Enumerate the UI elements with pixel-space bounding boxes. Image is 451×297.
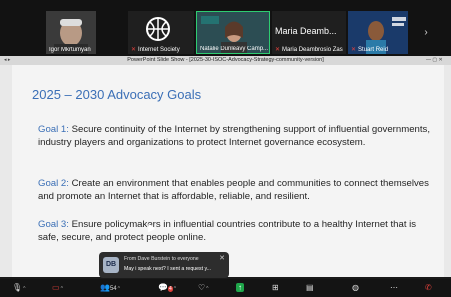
chat-icon: 💬 (158, 283, 168, 292)
participants-button[interactable]: 👥54^ (100, 282, 120, 294)
window-title: PowerPoint Slide Show - [2025-30-ISOC-Ad… (0, 56, 451, 65)
participant-strip: Igor Mkrtumyan ✕ Internet Society Natalie… (0, 0, 451, 56)
goal-text: Secure continuity of the Internet by str… (38, 124, 430, 149)
video-off-icon: ▭ (52, 283, 60, 292)
apps-icon: ⊞ (272, 283, 279, 292)
avatar: DB (103, 257, 119, 273)
meeting-toolbar: 🎙^ ▭^ 👥54^ 💬4 ^ ♡^ ↑ ⊞ ▤ ◍ ⋯ ✆ (0, 279, 451, 297)
mic-muted-icon: ✕ (131, 47, 137, 53)
participants-icon: 👥 (100, 283, 110, 292)
chat-message: May i speak next? I sent a request y... (124, 266, 211, 272)
heart-icon: ♡ (198, 283, 206, 292)
presentation-slide: 2025 – 2030 Advocacy Goals Goal 1: Secur… (12, 65, 444, 277)
window-controls-left[interactable]: ◂ ▸ (4, 57, 10, 63)
chevron-up-icon[interactable]: ^ (23, 286, 25, 292)
slide-title: 2025 – 2030 Advocacy Goals (32, 87, 202, 102)
mic-muted-icon: ✕ (351, 47, 357, 53)
chat-badge: 4 (167, 286, 173, 292)
participant-name: Natalie Dunleavy Camp... (200, 46, 269, 52)
participant-name: ✕ Internet Society (131, 47, 180, 53)
reactions-button[interactable]: ♡^ (198, 282, 209, 294)
video-button[interactable]: ▭^ (52, 282, 63, 294)
slide-border (444, 65, 451, 277)
chevron-up-icon[interactable]: ^ (206, 286, 208, 292)
chevron-up-icon[interactable]: ^ (118, 286, 120, 292)
apps-button[interactable]: ⊞ (272, 282, 279, 294)
mic-muted-icon: ✕ (275, 47, 281, 53)
end-call-icon: ✆ (425, 283, 432, 292)
participant-tile[interactable]: ✕ Internet Society (128, 11, 194, 54)
goal-label: Goal 3: (38, 219, 69, 230)
chat-button[interactable]: 💬4 ^ (158, 282, 176, 294)
chevron-up-icon[interactable]: ^ (174, 286, 176, 292)
globe-button[interactable]: ◍ (352, 282, 359, 294)
participant-name: Igor Mkrtumyan (49, 47, 91, 53)
chevron-up-icon[interactable]: ^ (61, 286, 63, 292)
summary-icon: ▤ (306, 283, 314, 292)
participant-tile[interactable]: ✕ Stuart Reid (348, 11, 408, 54)
microphone-icon: 🎙 (12, 283, 23, 292)
participant-name: ✕ Maria Deambrosio Zas (275, 47, 343, 53)
next-participants-icon[interactable]: › (420, 22, 432, 44)
globe-icon: ◍ (352, 283, 359, 292)
goal-1: Goal 1: Secure continuity of the Interne… (38, 123, 433, 150)
goal-label: Goal 2: (38, 178, 69, 189)
chat-notification[interactable]: DB From Dave Burstein to everyone May i … (99, 252, 229, 278)
participants-count: 54 (109, 286, 117, 292)
slide-border (0, 65, 12, 277)
share-screen-button[interactable]: ↑ (236, 282, 244, 294)
more-icon: ⋯ (390, 283, 398, 292)
chat-sender: From Dave Burstein to everyone (124, 256, 199, 262)
participant-tile[interactable]: Igor Mkrtumyan (46, 11, 96, 54)
more-button[interactable]: ⋯ (390, 282, 398, 294)
participant-name: ✕ Stuart Reid (351, 47, 389, 53)
goal-2: Goal 2: Create an environment that enabl… (38, 177, 433, 204)
participant-display-name: Maria Deamb... (275, 26, 337, 36)
participant-tile-active[interactable]: Natalie Dunleavy Camp... (196, 11, 270, 54)
participant-tile[interactable]: Maria Deamb... ✕ Maria Deambrosio Zas (272, 11, 346, 54)
end-button[interactable]: ✆ (425, 282, 432, 294)
goal-text: Create an environment that enables peopl… (38, 178, 429, 203)
goal-label: Goal 1: (38, 124, 69, 135)
share-screen-icon: ↑ (236, 283, 244, 292)
goal-text: Ensure policymakers in influential count… (38, 219, 417, 244)
microphone-button[interactable]: 🎙^ (12, 282, 26, 294)
window-controls-right[interactable]: — ▢ ✕ (426, 57, 443, 63)
close-icon[interactable]: ✕ (219, 254, 225, 262)
goal-3: Goal 3: Ensure policymakers in influenti… (38, 218, 433, 245)
summary-button[interactable]: ▤ (306, 282, 314, 294)
